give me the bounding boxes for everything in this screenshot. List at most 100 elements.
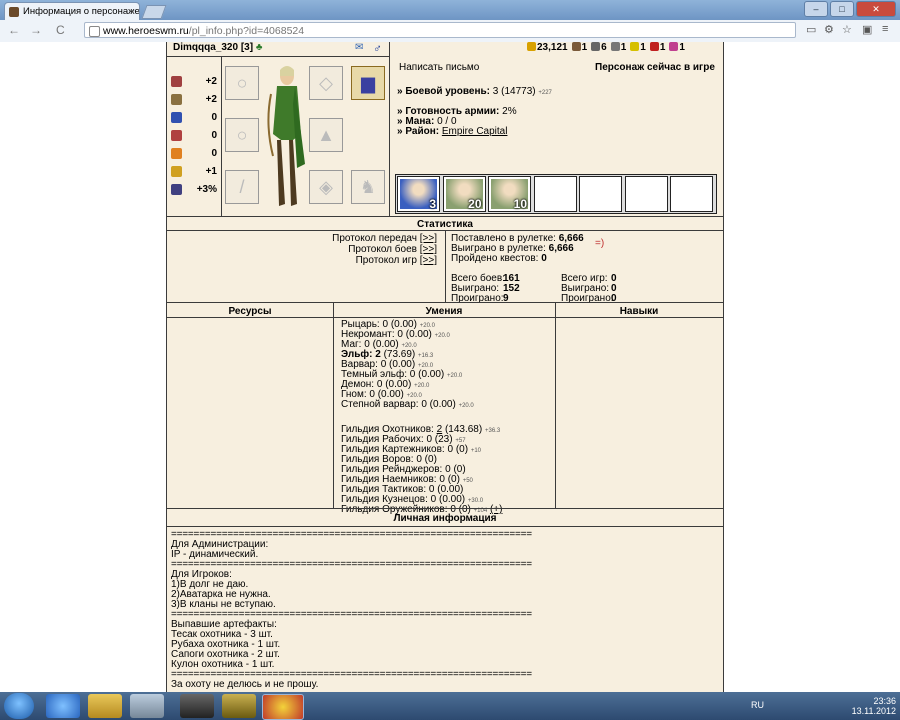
army-slot[interactable] <box>670 176 713 212</box>
army-slot[interactable]: 10 <box>488 176 531 212</box>
equip-slot-book[interactable]: ▆ <box>351 66 385 100</box>
resource-item: 23,121 <box>527 42 568 53</box>
ring-icon: ○ <box>236 125 248 145</box>
district-link[interactable]: Empire Capital <box>442 126 508 137</box>
minimize-button[interactable]: – <box>804 1 828 17</box>
equip-slot-ring[interactable]: ○ <box>225 66 259 100</box>
zoom-icon[interactable]: ▭ <box>806 23 816 36</box>
stat-row: 0 <box>171 112 217 124</box>
stat-row: 0 <box>171 148 217 160</box>
calendar-icon[interactable] <box>180 694 214 718</box>
equip-slot-shield[interactable]: ◈ <box>309 170 343 204</box>
language-indicator[interactable]: RU <box>751 700 764 710</box>
character-sheet: Dimqqqa_320 [3] ♣ ✉ ♂ 23,121 1 6 1 1 1 1 +2 +2 0… <box>166 42 724 692</box>
page-content: Dimqqqa_320 [3] ♣ ✉ ♂ 23,121 1 6 1 1 1 1 +2 +2 0… <box>0 42 900 692</box>
browser-tab[interactable]: Информация о персонаже × <box>4 2 140 20</box>
back-button[interactable]: ← <box>8 23 20 37</box>
close-window-button[interactable]: ✕ <box>856 1 896 17</box>
army-slot[interactable]: 20 <box>442 176 486 212</box>
elf-hunter-icon <box>267 66 305 206</box>
settings-icon[interactable]: ⚙ <box>824 23 834 36</box>
stat-row: +1 <box>171 166 217 178</box>
stat-row: +2 <box>171 94 217 106</box>
stat-row: +3% <box>171 184 217 196</box>
mail-icon[interactable]: ✉ <box>355 42 363 53</box>
shield-icon: ◈ <box>319 177 333 197</box>
equip-slot-amulet[interactable]: ◇ <box>309 66 343 100</box>
amulet-icon: ◇ <box>319 73 333 93</box>
resources-column-title: Ресурсы <box>228 306 272 317</box>
start-button[interactable] <box>4 693 34 719</box>
files-icon[interactable] <box>130 694 164 718</box>
army-slot[interactable]: 3 <box>397 176 440 212</box>
resource-item: 1 <box>571 42 587 53</box>
equip-slot-weapon[interactable]: / <box>225 170 259 204</box>
creature-count: 3 <box>429 197 436 211</box>
perks-column-title: Навыки <box>619 306 659 317</box>
protocol-link[interactable]: [>>] <box>420 255 437 266</box>
equip-slot-horse[interactable]: ♞ <box>351 170 385 204</box>
reload-button[interactable]: C <box>56 23 65 37</box>
resource-item: 6 <box>591 42 607 53</box>
stat-row: 0 <box>171 130 217 142</box>
horse-icon: ♞ <box>359 177 377 197</box>
gold-icon <box>527 42 536 51</box>
protocol-link[interactable]: [>>] <box>420 233 437 244</box>
url-path: /pl_info.php?id=4068524 <box>188 25 305 37</box>
spellbook-icon: ▆ <box>361 73 375 93</box>
url-host: www.heroeswm.ru <box>103 25 189 37</box>
sulfur-icon <box>630 42 640 51</box>
taskbar: RU 23:36 13.11.2012 <box>0 692 900 720</box>
sword-icon: / <box>239 177 245 197</box>
wood-icon <box>571 42 581 51</box>
equip-slot-cloak[interactable]: ▲ <box>309 118 343 152</box>
roulette-smile: =) <box>595 238 605 249</box>
equip-slot-ring2[interactable]: ○ <box>225 118 259 152</box>
army-slot[interactable] <box>533 176 577 212</box>
write-letter-link[interactable]: Написать письмо <box>399 62 479 73</box>
page-icon <box>89 26 100 37</box>
wrench-icon[interactable]: ≡ <box>882 23 888 35</box>
morale-icon <box>171 166 182 177</box>
forward-button[interactable]: → <box>30 23 42 37</box>
extension-icon[interactable]: ▣ <box>862 23 872 36</box>
initiative-icon <box>171 184 182 195</box>
tab-title: Информация о персонаже <box>23 6 140 17</box>
player-name[interactable]: Dimqqqa_320 [3] ♣ <box>173 42 262 53</box>
explorer-icon[interactable] <box>88 694 122 718</box>
knowledge-icon <box>171 130 182 141</box>
army-slot[interactable] <box>579 176 622 212</box>
army-slot[interactable] <box>624 176 668 212</box>
chrome-taskbar-icon[interactable] <box>262 694 304 720</box>
spellpower-icon <box>171 112 182 123</box>
personal-info-line: За охоту не делюсь и не прошу. <box>171 679 319 690</box>
browser-titlebar: Информация о персонаже × – □ ✕ <box>0 0 900 20</box>
system-tray: RU 23:36 13.11.2012 <box>751 696 896 716</box>
leaf-icon: ♣ <box>255 42 263 53</box>
protocol-row: Протокол боев [>>] <box>348 244 437 255</box>
statistics-title: Статистика <box>417 219 473 230</box>
ie-icon[interactable] <box>46 694 80 718</box>
player-header: Dimqqqa_320 [3] ♣ ✉ ♂ 23,121 1 6 1 1 1 1 <box>167 42 723 56</box>
protocol-row: Протокол передач [>>] <box>332 233 437 244</box>
gems-icon <box>669 42 679 51</box>
combat-level-row: » Боевой уровень: 3 (14773) +227 <box>397 86 552 97</box>
stat-value: +1 <box>205 166 217 177</box>
stat-value: 0 <box>211 112 217 123</box>
stat-value: 0 <box>211 148 217 159</box>
skills-column-title: Умения <box>425 306 463 317</box>
stat-value: 0 <box>211 130 217 141</box>
creature-count: 20 <box>468 197 482 211</box>
address-bar[interactable]: www.heroeswm.ru/pl_info.php?id=4068524 <box>84 22 796 38</box>
tab-close-button[interactable]: × <box>130 3 135 20</box>
luck-icon <box>171 148 182 159</box>
district-row: » Район: Empire Capital <box>397 126 508 137</box>
protocol-link[interactable]: [>>] <box>420 244 437 255</box>
site-favicon-icon <box>9 7 19 17</box>
resource-item: 1 <box>649 42 665 53</box>
new-tab-button[interactable] <box>141 5 167 19</box>
window-controls: – □ ✕ <box>804 1 896 17</box>
star-icon[interactable]: ☆ <box>842 23 852 36</box>
maximize-button[interactable]: □ <box>830 1 854 17</box>
game-icon[interactable] <box>222 694 256 718</box>
